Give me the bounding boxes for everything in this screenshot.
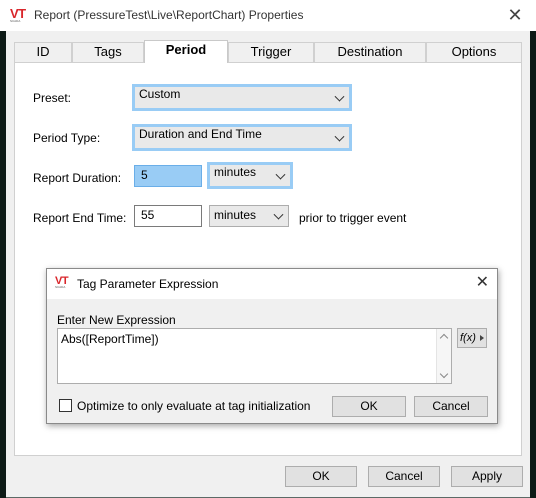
tab-id[interactable]: ID <box>14 42 72 62</box>
tab-label: Tags <box>94 44 122 59</box>
tag-parameter-expression-dialog: VT SCADA Tag Parameter Expression ✕ Ente… <box>46 268 498 424</box>
ok-button[interactable]: OK <box>285 466 357 487</box>
optimize-checkbox[interactable] <box>59 399 72 412</box>
tab-label: Options <box>451 44 497 59</box>
dialog-title: Tag Parameter Expression <box>77 277 219 291</box>
report-end-time-label: Report End Time: <box>33 211 127 225</box>
background-edge-right <box>530 30 536 498</box>
tab-options[interactable]: Options <box>426 42 522 62</box>
preset-select[interactable]: Custom <box>132 84 352 111</box>
tab-period[interactable]: Period <box>144 40 228 63</box>
optimize-label: Optimize to only evaluate at tag initial… <box>77 399 311 413</box>
apply-button[interactable]: Apply <box>451 466 523 487</box>
window-titlebar: VT SCADA Report (PressureTest\Live\Repor… <box>0 0 536 31</box>
expression-scrollbar[interactable] <box>436 329 451 383</box>
close-icon[interactable]: ✕ <box>504 4 526 26</box>
end-time-unit-select[interactable]: minutes <box>209 205 289 227</box>
chevron-down-icon <box>273 209 284 220</box>
arrow-right-icon <box>480 335 484 341</box>
report-duration-input[interactable]: 5 <box>134 165 202 187</box>
tab-label: ID <box>36 44 50 59</box>
vtscada-logo: VT SCADA <box>55 275 69 289</box>
duration-unit-select[interactable]: minutes <box>207 162 293 189</box>
dialog-titlebar: VT SCADA Tag Parameter Expression ✕ <box>47 269 497 299</box>
vtscada-logo: VT SCADA <box>10 6 26 23</box>
report-duration-label: Report Duration: <box>33 171 122 185</box>
period-type-label: Period Type: <box>33 131 101 145</box>
tab-label: Period <box>165 42 207 57</box>
preset-value: Custom <box>139 87 181 101</box>
scroll-down-icon[interactable] <box>439 369 449 379</box>
tab-tags[interactable]: Tags <box>72 42 144 62</box>
period-type-select[interactable]: Duration and End Time <box>132 124 352 151</box>
fx-icon: f(x) <box>460 332 476 344</box>
scroll-up-icon[interactable] <box>439 333 449 343</box>
chevron-down-icon <box>334 131 345 142</box>
close-icon[interactable]: ✕ <box>476 275 489 291</box>
chevron-down-icon <box>275 169 286 180</box>
window-title: Report (PressureTest\Live\ReportChart) P… <box>34 8 304 22</box>
function-wizard-button[interactable]: f(x) <box>457 328 487 348</box>
preset-label: Preset: <box>33 91 72 105</box>
tab-trigger[interactable]: Trigger <box>228 42 314 62</box>
tab-label: Destination <box>337 44 403 59</box>
end-time-unit-value: minutes <box>214 208 257 222</box>
tab-destination[interactable]: Destination <box>314 42 426 62</box>
duration-unit-value: minutes <box>214 165 257 179</box>
background-edge-left <box>0 30 6 498</box>
cancel-button[interactable]: Cancel <box>368 466 440 487</box>
expression-text: Abs([ReportTime]) <box>61 332 159 346</box>
end-time-suffix: prior to trigger event <box>299 211 407 225</box>
dialog-cancel-button[interactable]: Cancel <box>414 396 488 417</box>
period-type-value: Duration and End Time <box>139 127 262 141</box>
dialog-ok-button[interactable]: OK <box>332 396 406 417</box>
tab-label: Trigger <box>250 44 292 59</box>
expression-prompt: Enter New Expression <box>57 313 176 327</box>
expression-textarea[interactable]: Abs([ReportTime]) <box>57 328 452 384</box>
chevron-down-icon <box>334 91 345 102</box>
report-end-time-input[interactable]: 55 <box>134 205 202 227</box>
